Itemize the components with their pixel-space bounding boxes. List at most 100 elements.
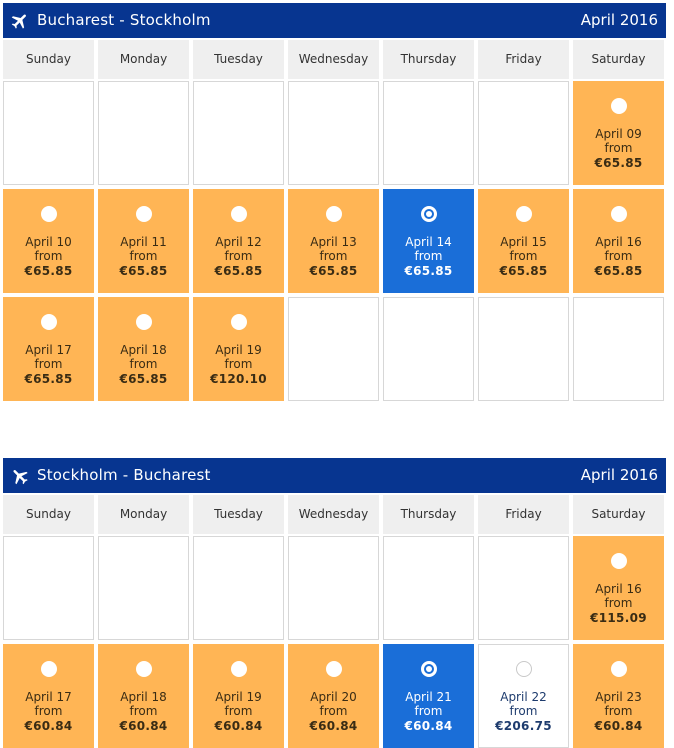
day-date: April 19	[215, 690, 262, 704]
day-header-friday: Friday	[478, 40, 569, 79]
from-label: from	[414, 249, 443, 263]
radio-button[interactable]	[326, 661, 342, 677]
radio-button[interactable]	[611, 206, 627, 222]
day-date: April 21	[405, 690, 452, 704]
day-price: €120.10	[210, 372, 267, 386]
day-date: April 17	[25, 343, 72, 357]
day-price: €65.85	[309, 264, 358, 278]
day-cell[interactable]: April 16 from €65.85	[573, 189, 664, 293]
day-price: €60.84	[404, 719, 453, 733]
day-cell[interactable]: April 11 from €65.85	[98, 189, 189, 293]
day-cell[interactable]: April 09 from €65.85	[573, 81, 664, 185]
day-header-monday: Monday	[98, 40, 189, 79]
day-header-saturday: Saturday	[573, 40, 664, 79]
empty-day-cell	[383, 536, 474, 640]
airplane-icon	[11, 14, 26, 29]
radio-button[interactable]	[41, 206, 57, 222]
day-price: €60.84	[214, 719, 263, 733]
day-cell[interactable]: April 22 from €206.75	[478, 644, 569, 748]
day-header-monday: Monday	[98, 495, 189, 534]
day-header-friday: Friday	[478, 495, 569, 534]
empty-day-cell	[383, 81, 474, 185]
day-cell[interactable]: April 17 from €60.84	[3, 644, 94, 748]
day-price: €65.85	[404, 264, 453, 278]
radio-button[interactable]	[41, 314, 57, 330]
empty-day-cell	[98, 536, 189, 640]
empty-day-cell	[478, 297, 569, 401]
day-cell[interactable]: April 13 from €65.85	[288, 189, 379, 293]
day-price: €115.09	[590, 611, 647, 625]
day-price: €65.85	[119, 372, 168, 386]
day-header-thursday: Thursday	[383, 40, 474, 79]
day-price: €60.84	[594, 719, 643, 733]
from-label: from	[319, 704, 348, 718]
radio-button[interactable]	[421, 206, 437, 222]
day-cell[interactable]: April 14 from €65.85	[383, 189, 474, 293]
day-cell[interactable]: April 21 from €60.84	[383, 644, 474, 748]
day-price: €65.85	[594, 156, 643, 170]
radio-button[interactable]	[421, 661, 437, 677]
radio-button[interactable]	[516, 661, 532, 677]
route-title: Bucharest - Stockholm	[37, 11, 211, 29]
empty-day-cell	[98, 81, 189, 185]
empty-day-cell	[573, 297, 664, 401]
day-cell[interactable]: April 17 from €65.85	[3, 297, 94, 401]
day-date: April 11	[120, 235, 167, 249]
day-cell[interactable]: April 19 from €120.10	[193, 297, 284, 401]
from-label: from	[224, 249, 253, 263]
day-header-tuesday: Tuesday	[193, 495, 284, 534]
day-price: €65.85	[594, 264, 643, 278]
radio-button[interactable]	[516, 206, 532, 222]
from-label: from	[509, 249, 538, 263]
from-label: from	[319, 249, 348, 263]
day-cell[interactable]: April 18 from €60.84	[98, 644, 189, 748]
radio-button[interactable]	[611, 661, 627, 677]
month-label: April 2016	[580, 11, 658, 29]
route-title: Stockholm - Bucharest	[37, 466, 211, 484]
day-price: €60.84	[309, 719, 358, 733]
radio-button[interactable]	[231, 661, 247, 677]
day-header-sunday: Sunday	[3, 40, 94, 79]
from-label: from	[414, 704, 443, 718]
empty-day-cell	[288, 536, 379, 640]
radio-button[interactable]	[231, 314, 247, 330]
day-cell[interactable]: April 19 from €60.84	[193, 644, 284, 748]
radio-button[interactable]	[611, 98, 627, 114]
day-date: April 16	[595, 235, 642, 249]
from-label: from	[34, 357, 63, 371]
day-date: April 18	[120, 343, 167, 357]
day-headers: Sunday Monday Tuesday Wednesday Thursday…	[3, 40, 666, 79]
day-cell[interactable]: April 23 from €60.84	[573, 644, 664, 748]
day-header-thursday: Thursday	[383, 495, 474, 534]
day-date: April 13	[310, 235, 357, 249]
radio-button[interactable]	[136, 314, 152, 330]
from-label: from	[224, 357, 253, 371]
day-cell[interactable]: April 12 from €65.85	[193, 189, 284, 293]
day-cell[interactable]: April 16 from €115.09	[573, 536, 664, 640]
calendar-header: Bucharest - Stockholm April 2016	[3, 3, 666, 38]
day-cell[interactable]: April 20 from €60.84	[288, 644, 379, 748]
day-price: €60.84	[24, 719, 73, 733]
radio-button[interactable]	[136, 661, 152, 677]
radio-button[interactable]	[326, 206, 342, 222]
empty-day-cell	[383, 297, 474, 401]
day-date: April 18	[120, 690, 167, 704]
day-cell[interactable]: April 18 from €65.85	[98, 297, 189, 401]
radio-button[interactable]	[136, 206, 152, 222]
radio-button[interactable]	[231, 206, 247, 222]
empty-day-cell	[478, 536, 569, 640]
empty-day-cell	[288, 297, 379, 401]
from-label: from	[129, 249, 158, 263]
empty-day-cell	[3, 536, 94, 640]
day-date: April 16	[595, 582, 642, 596]
month-label: April 2016	[580, 466, 658, 484]
radio-button[interactable]	[41, 661, 57, 677]
radio-button[interactable]	[611, 553, 627, 569]
day-date: April 22	[500, 690, 547, 704]
day-price: €65.85	[24, 372, 73, 386]
day-cell[interactable]: April 15 from €65.85	[478, 189, 569, 293]
empty-day-cell	[3, 81, 94, 185]
day-cell[interactable]: April 10 from €65.85	[3, 189, 94, 293]
empty-day-cell	[478, 81, 569, 185]
calendar-header: Stockholm - Bucharest April 2016	[3, 458, 666, 493]
